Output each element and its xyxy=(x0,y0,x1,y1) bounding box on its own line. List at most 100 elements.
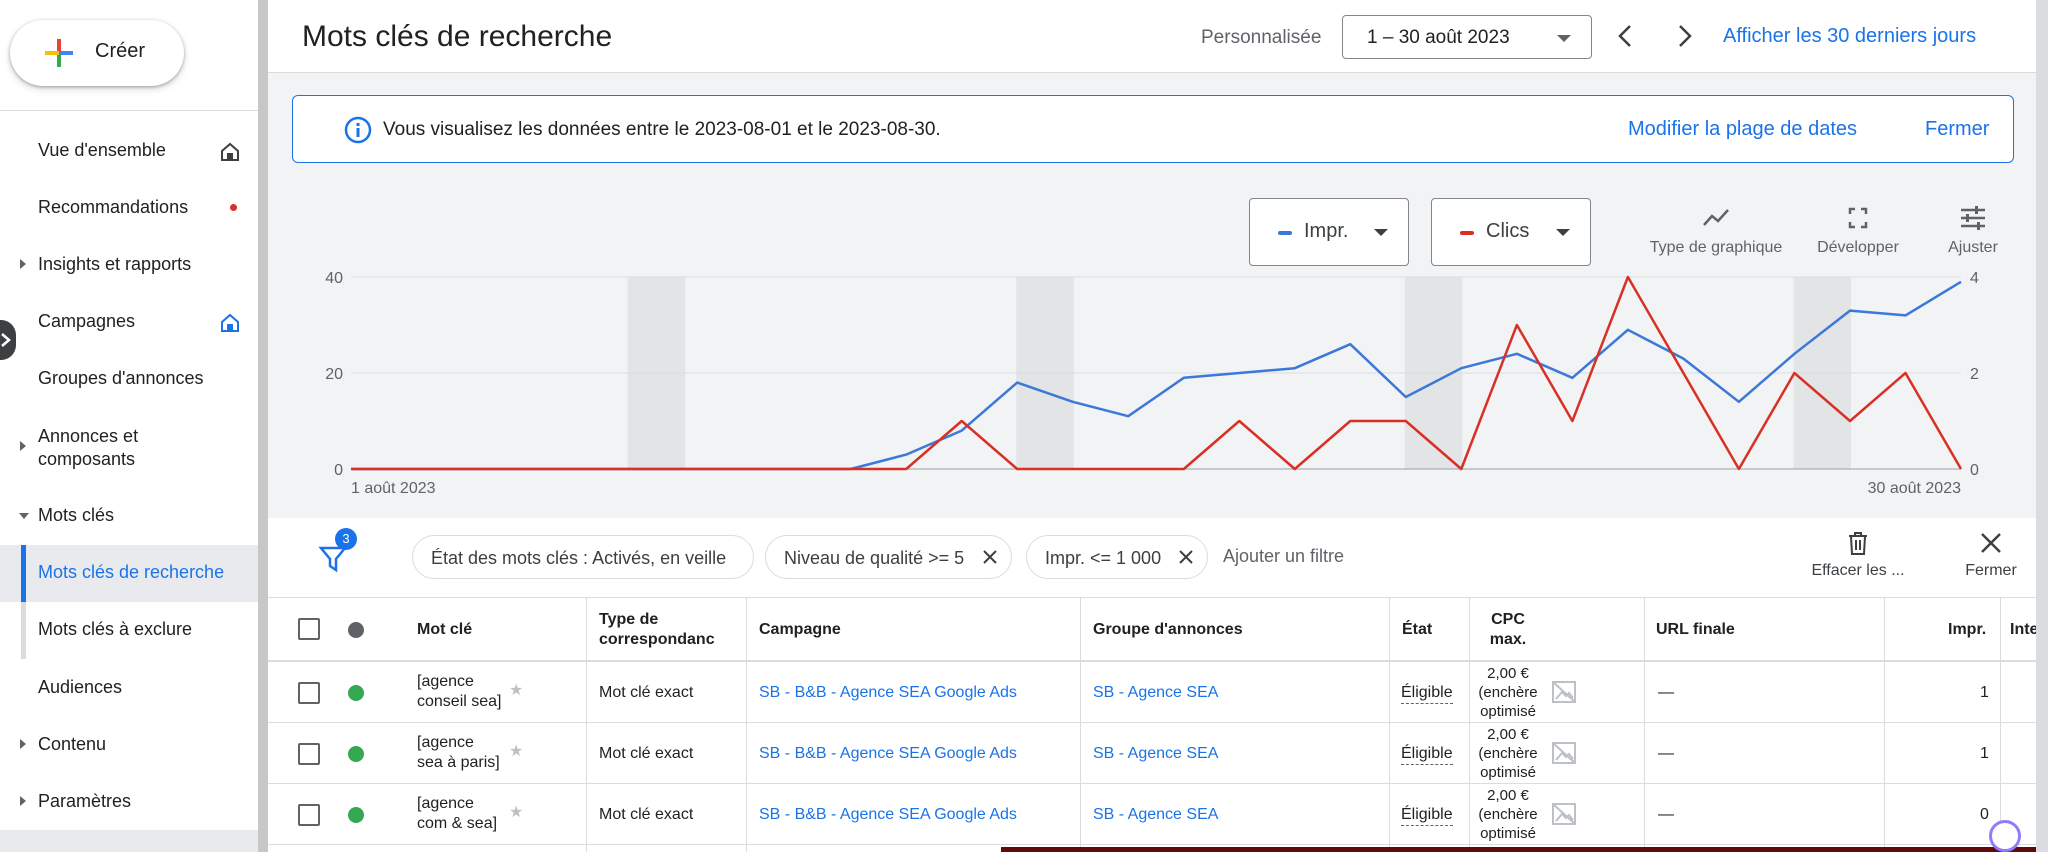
notification-dot xyxy=(230,204,237,211)
column-header-status[interactable]: État xyxy=(1402,620,1432,640)
chevron-right-icon xyxy=(20,259,26,269)
ad-group-link[interactable]: SB - Agence SEA xyxy=(1093,744,1218,764)
campaign-link[interactable]: SB - B&B - Agence SEA Google Ads xyxy=(759,805,1017,825)
filter-chip-keyword-status[interactable]: État des mots clés : Activés, en veille xyxy=(412,535,754,579)
chart-type-label: Type de graphique xyxy=(1649,239,1783,256)
campaign-link[interactable]: SB - B&B - Agence SEA Google Ads xyxy=(759,744,1017,764)
close-filters-button[interactable]: Fermer xyxy=(1956,530,2026,580)
metric-label: Clics xyxy=(1486,220,1530,242)
keyword-cell[interactable]: [agence conseil sea] xyxy=(417,672,502,712)
impressions-cell: 1 xyxy=(1980,745,1989,762)
expand-label: Développer xyxy=(1817,239,1899,256)
column-header-ad-group[interactable]: Groupe d'annonces xyxy=(1093,620,1243,640)
column-header-interactions[interactable]: Inte xyxy=(2010,620,2036,640)
final-url-cell: — xyxy=(1658,684,1674,701)
sidebar-item-settings[interactable]: Paramètres xyxy=(0,791,258,821)
sidebar-item-recommendations[interactable]: Recommandations xyxy=(0,197,258,227)
status-dot xyxy=(348,807,364,823)
column-header-final-url[interactable]: URL finale xyxy=(1656,620,1735,640)
create-button[interactable]: Créer xyxy=(10,20,184,86)
filter-chip-label: Impr. <= 1 000 xyxy=(1045,548,1162,568)
date-preset-label: Personnalisée xyxy=(1201,27,1322,48)
column-divider xyxy=(746,598,747,852)
select-all-checkbox[interactable] xyxy=(298,618,320,640)
column-divider xyxy=(1644,598,1645,852)
chevron-right-icon xyxy=(20,796,26,806)
keyword-cell[interactable]: [agence com & sea] xyxy=(417,794,497,834)
help-bubble[interactable] xyxy=(1989,820,2021,852)
close-banner-link[interactable]: Fermer xyxy=(1925,118,1989,141)
info-icon xyxy=(344,116,372,144)
sidebar-item-label: Mots clés xyxy=(38,505,115,525)
sidebar-item-campaigns[interactable]: Campagnes xyxy=(0,311,258,341)
column-header-campaign[interactable]: Campagne xyxy=(759,620,841,640)
last-30-days-link[interactable]: Afficher les 30 derniers jours xyxy=(1723,25,1976,48)
sidebar-item-content[interactable]: Contenu xyxy=(0,734,258,764)
status-cell[interactable]: Éligible xyxy=(1401,805,1453,826)
sidebar-item-label: Contenu xyxy=(38,734,107,754)
chevron-down-icon xyxy=(19,513,29,519)
home-icon xyxy=(221,142,239,161)
table-row[interactable]: [agence conseil sea] ★ Mot clé exact SB … xyxy=(268,662,2036,723)
ad-group-link[interactable]: SB - Agence SEA xyxy=(1093,683,1218,703)
column-header-match-type[interactable]: Type de correspondanc xyxy=(599,610,719,650)
metric-select-impressions[interactable]: Impr. xyxy=(1249,198,1409,266)
star-icon[interactable]: ★ xyxy=(509,802,523,822)
status-column-icon xyxy=(348,622,364,638)
status-cell[interactable]: Éligible xyxy=(1401,744,1453,765)
column-header-max-cpc[interactable]: CPC max. xyxy=(1473,610,1543,650)
date-range-select[interactable]: 1 – 30 août 2023 xyxy=(1342,15,1592,59)
chart-type-button[interactable]: Type de graphique xyxy=(1646,205,1786,257)
previous-period-icon[interactable] xyxy=(1612,22,1640,50)
create-label: Créer xyxy=(95,40,146,62)
star-icon[interactable]: ★ xyxy=(509,680,523,700)
page-scrollbar[interactable] xyxy=(2036,0,2048,852)
page-header: Mots clés de recherche Personnalisée 1 –… xyxy=(268,0,2036,73)
table-row[interactable]: [agence sea à paris] ★ Mot clé exact SB … xyxy=(268,723,2036,784)
sidebar-divider xyxy=(0,110,258,111)
status-cell[interactable]: Éligible xyxy=(1401,683,1453,704)
date-range-value: 1 – 30 août 2023 xyxy=(1367,27,1510,48)
filter-bar: 3 État des mots clés : Activés, en veill… xyxy=(268,518,2036,598)
max-cpc-cell[interactable]: 2,00 € (enchère optimisé xyxy=(1473,786,1543,843)
sidebar-item-ads-assets[interactable]: Annonces et composants xyxy=(0,425,258,475)
sidebar-item-ad-groups[interactable]: Groupes d'annonces xyxy=(0,368,258,398)
close-icon[interactable] xyxy=(981,548,999,566)
modify-date-range-link[interactable]: Modifier la plage de dates xyxy=(1628,118,1857,141)
expand-chart-button[interactable]: Développer xyxy=(1796,205,1920,257)
sidebar-item-label: Groupes d'annonces xyxy=(38,368,204,388)
table-row[interactable]: [agence com & sea] ★ Mot clé exact SB - … xyxy=(268,784,2036,845)
sidebar-item-negative-keywords[interactable]: Mots clés à exclure xyxy=(0,602,258,659)
info-text: Vous visualisez les données entre le 202… xyxy=(383,119,941,140)
sidebar: Créer Vue d'ensemble Recommandations Ins… xyxy=(0,0,258,852)
filter-chip-label: Niveau de qualité >= 5 xyxy=(784,548,965,568)
filter-chip-quality-score[interactable]: Niveau de qualité >= 5 xyxy=(765,535,1012,579)
filter-chip-impressions[interactable]: Impr. <= 1 000 xyxy=(1026,535,1208,579)
sidebar-item-overview[interactable]: Vue d'ensemble xyxy=(0,140,258,170)
next-period-icon[interactable] xyxy=(1670,22,1698,50)
series-swatch xyxy=(1278,231,1292,235)
sidebar-item-audiences[interactable]: Audiences xyxy=(0,677,258,707)
adjust-chart-button[interactable]: Ajuster xyxy=(1928,205,2018,257)
sidebar-scrollbar[interactable] xyxy=(258,0,268,852)
image-off-icon xyxy=(1552,681,1576,703)
ad-group-link[interactable]: SB - Agence SEA xyxy=(1093,805,1218,825)
row-checkbox[interactable] xyxy=(298,682,320,704)
keyword-cell[interactable]: [agence sea à paris] xyxy=(417,733,500,773)
table-header: Mot clé Type de correspondanc Campagne G… xyxy=(268,598,2036,662)
close-icon[interactable] xyxy=(1177,548,1195,566)
column-header-impressions[interactable]: Impr. xyxy=(1948,620,1986,640)
max-cpc-cell[interactable]: 2,00 € (enchère optimisé xyxy=(1473,664,1543,721)
row-checkbox[interactable] xyxy=(298,743,320,765)
clear-filters-button[interactable]: Effacer les ... xyxy=(1796,530,1920,580)
column-header-keyword[interactable]: Mot clé xyxy=(417,620,472,640)
metric-select-clicks[interactable]: Clics xyxy=(1431,198,1591,266)
sidebar-item-search-keywords[interactable]: Mots clés de recherche xyxy=(0,545,258,602)
row-checkbox[interactable] xyxy=(298,804,320,826)
campaign-link[interactable]: SB - B&B - Agence SEA Google Ads xyxy=(759,683,1017,703)
sidebar-item-keywords[interactable]: Mots clés xyxy=(0,505,258,535)
max-cpc-cell[interactable]: 2,00 € (enchère optimisé xyxy=(1473,725,1543,782)
sidebar-item-insights[interactable]: Insights et rapports xyxy=(0,254,258,284)
add-filter-input[interactable]: Ajouter un filtre xyxy=(1223,546,1344,567)
star-icon[interactable]: ★ xyxy=(509,741,523,761)
